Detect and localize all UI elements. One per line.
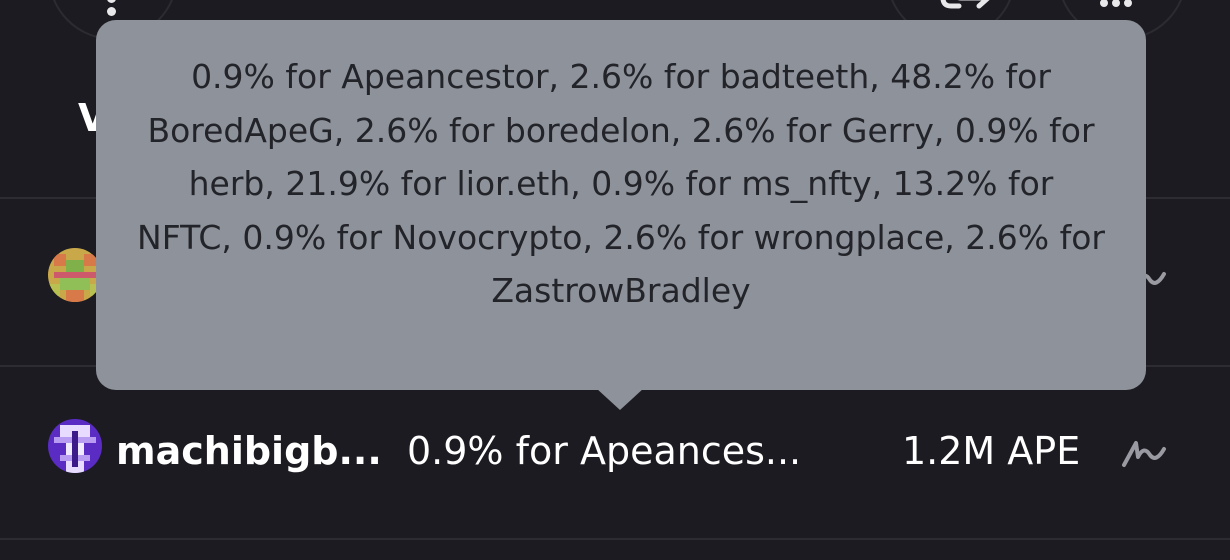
share-icon: [940, 0, 990, 9]
avatar: [48, 419, 102, 473]
description-cell[interactable]: 0.9% for Apeances...: [407, 429, 801, 473]
more-icon: [1100, 0, 1140, 7]
amount-cell: 1.2M APE: [902, 429, 1081, 473]
signature-icon: [1122, 441, 1166, 467]
table-row[interactable]: machibigb... 0.9% for Apeances... 1.2M A…: [0, 415, 1230, 485]
row-divider: [0, 538, 1230, 540]
tooltip-text: 0.9% for Apeancestor, 2.6% for badteeth,…: [137, 57, 1105, 310]
tooltip: 0.9% for Apeancestor, 2.6% for badteeth,…: [96, 20, 1146, 390]
name-cell: machibigb...: [116, 429, 382, 473]
page: V machibigb... 0.9% for Apeances... 1.2M…: [0, 0, 1230, 560]
tooltip-arrow: [596, 388, 644, 410]
avatar: [48, 248, 102, 302]
